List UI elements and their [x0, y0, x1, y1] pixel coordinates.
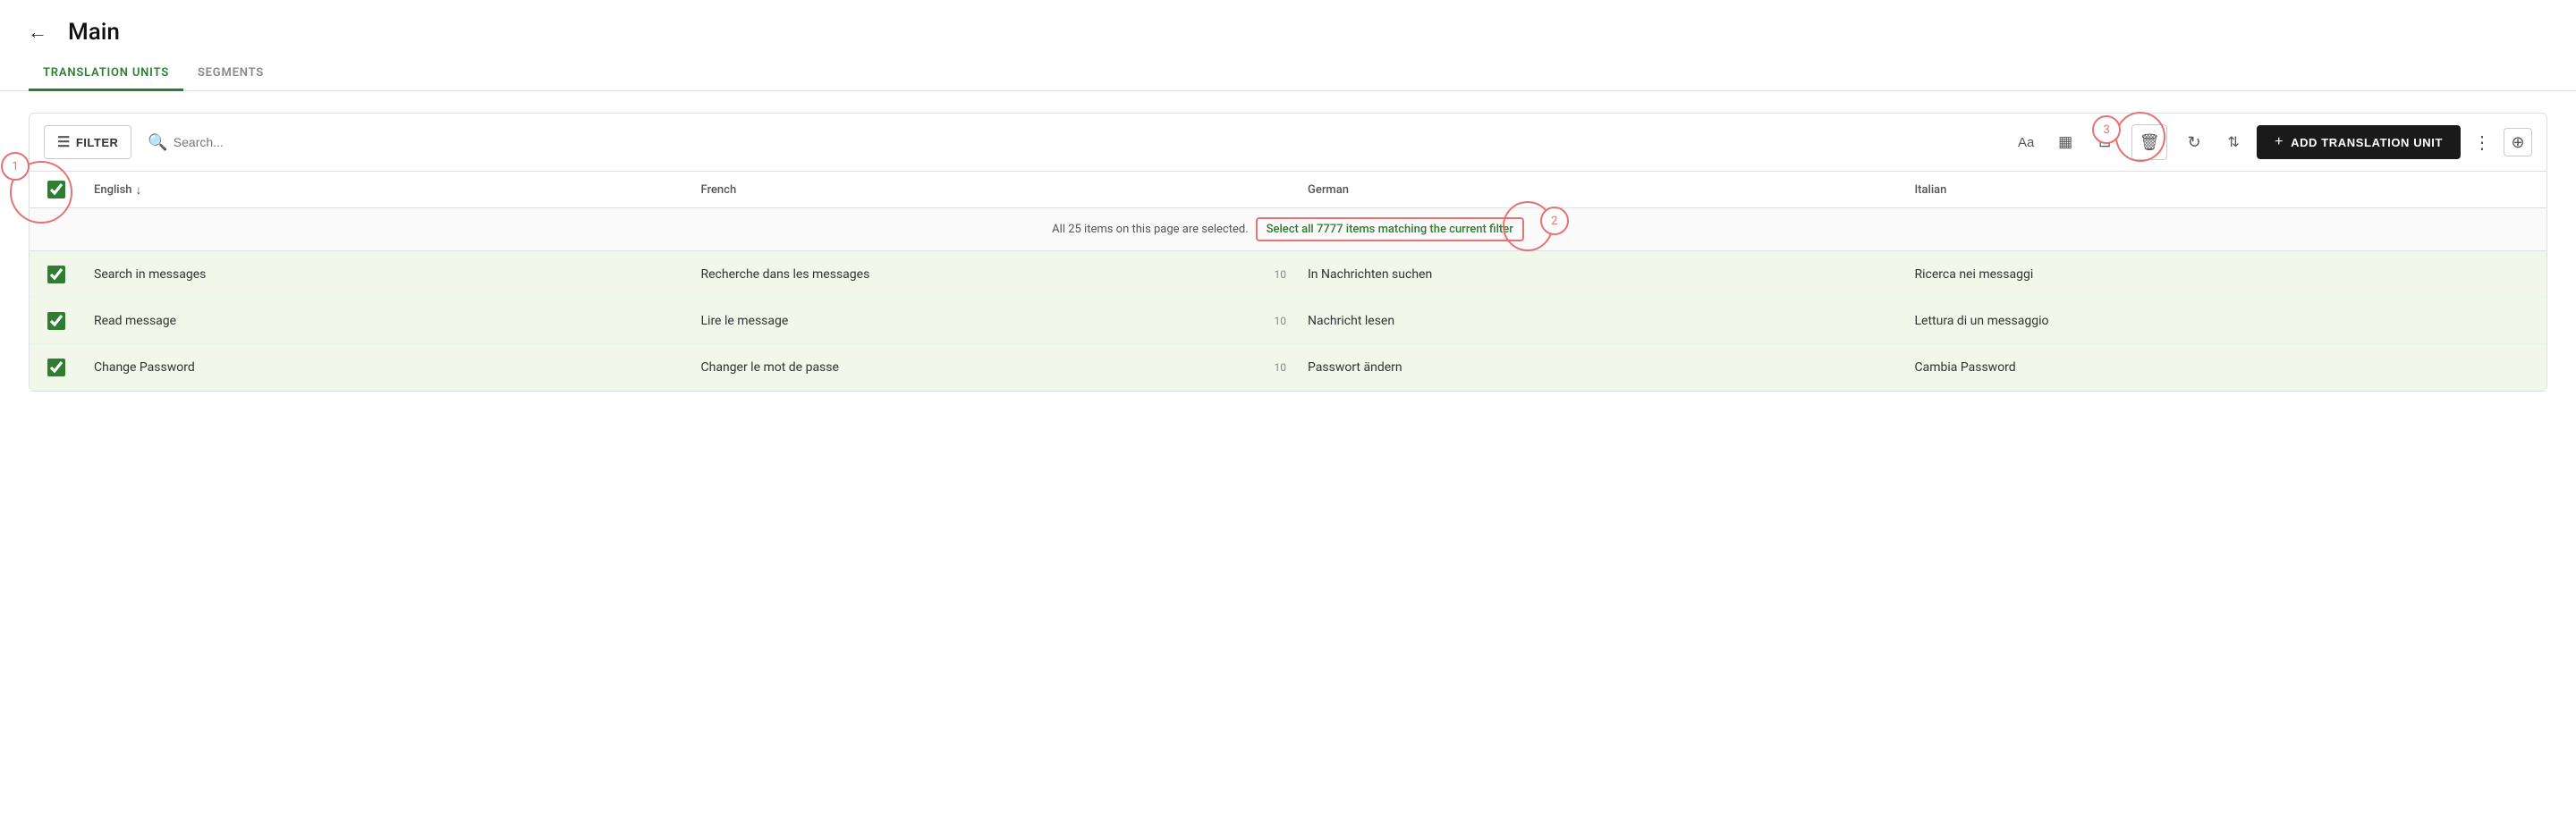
- sort-alt-icon: ⇅: [2227, 133, 2239, 151]
- tab-bar: TRANSLATION UNITS SEGMENTS: [0, 57, 2576, 91]
- toolbar: ☰ FILTER 🔍 Aa ▦ ⊡: [30, 114, 2546, 172]
- row-1-english: Search in messages: [83, 257, 691, 292]
- more-options-button[interactable]: ⋮: [2468, 128, 2496, 156]
- row-1-german: In Nachrichten suchen: [1297, 257, 1904, 292]
- add-translation-unit-button[interactable]: + ADD TRANSLATION UNIT: [2257, 125, 2461, 159]
- font-case-icon: Aa: [2018, 135, 2034, 150]
- sort-alt-button[interactable]: ⇅: [2217, 126, 2250, 158]
- bar-chart-icon: ▦: [2058, 133, 2072, 151]
- row-3-extra: [2511, 357, 2546, 378]
- tab-segments[interactable]: SEGMENTS: [183, 57, 278, 91]
- page-header: ← Main: [0, 0, 2576, 57]
- search-box: 🔍: [139, 128, 452, 157]
- row-2-checkbox[interactable]: [47, 312, 65, 330]
- delete-btn-wrapper: 🗑: [2131, 124, 2167, 160]
- row-3-french-text: Changer le mot de passe: [701, 360, 839, 375]
- select-all-banner: All 25 items on this page are selected. …: [30, 208, 2546, 251]
- search-icon: 🔍: [148, 133, 167, 152]
- row-1-french-count: 10: [1275, 268, 1287, 281]
- main-content: ☰ FILTER 🔍 Aa ▦ ⊡: [0, 91, 2576, 413]
- page-title: Main: [68, 19, 120, 46]
- row-3-english: Change Password: [83, 350, 691, 385]
- header-checkbox[interactable]: [47, 181, 65, 198]
- back-button[interactable]: ←: [21, 16, 54, 48]
- sort-arrow-icon: ↓: [136, 182, 142, 198]
- bar-chart-button[interactable]: ▦: [2049, 126, 2081, 158]
- row-1-checkbox-cell: [30, 255, 83, 294]
- row-1-checkbox[interactable]: [47, 266, 65, 283]
- row-2-french-text: Lire le message: [701, 314, 789, 328]
- add-column-icon: ⊕: [2511, 133, 2524, 152]
- th-italian: Italian: [1904, 183, 2512, 197]
- row-2-french: Lire le message 10: [691, 303, 1298, 339]
- table-row: Search in messages Recherche dans les me…: [30, 251, 2546, 298]
- crop-icon: ⊡: [2098, 133, 2111, 151]
- table-row: Change Password Changer le mot de passe …: [30, 344, 2546, 391]
- row-1-french: Recherche dans les messages 10: [691, 257, 1298, 292]
- crop-button[interactable]: ⊡: [2089, 126, 2121, 158]
- delete-button[interactable]: 🗑: [2131, 124, 2167, 160]
- add-btn-label: ADD TRANSLATION UNIT: [2291, 136, 2443, 149]
- row-2-german: Nachricht lesen: [1297, 303, 1904, 339]
- filter-icon: ☰: [57, 133, 71, 151]
- row-3-french: Changer le mot de passe 10: [691, 350, 1298, 385]
- row-3-german: Passwort ändern: [1297, 350, 1904, 385]
- select-all-link-wrapper: Select all 7777 items matching the curre…: [1256, 217, 1524, 241]
- add-plus-icon: +: [2275, 134, 2284, 150]
- toolbar-card: ☰ FILTER 🔍 Aa ▦ ⊡: [29, 113, 2547, 392]
- tab-translation-units[interactable]: TRANSLATION UNITS: [29, 57, 183, 91]
- filter-label: FILTER: [76, 136, 119, 149]
- row-3-checkbox-cell: [30, 348, 83, 387]
- add-column-button[interactable]: ⊕: [2504, 128, 2532, 156]
- search-input[interactable]: [174, 135, 352, 149]
- row-2-italian: Lettura di un messaggio: [1904, 303, 2512, 339]
- select-all-filter-link[interactable]: Select all 7777 items matching the curre…: [1256, 217, 1524, 241]
- more-vert-icon: ⋮: [2473, 131, 2491, 154]
- row-2-extra: [2511, 310, 2546, 332]
- font-case-button[interactable]: Aa: [2010, 126, 2042, 158]
- row-2-checkbox-cell: [30, 301, 83, 341]
- th-german: German: [1297, 183, 1904, 197]
- row-1-extra: [2511, 264, 2546, 285]
- row-2-french-count: 10: [1275, 315, 1287, 327]
- th-english: English ↓: [83, 182, 691, 198]
- refresh-icon: ↻: [2188, 133, 2201, 152]
- table-row: Read message Lire le message 10 Nachrich…: [30, 298, 2546, 344]
- row-1-french-text: Recherche dans les messages: [701, 267, 870, 282]
- filter-button[interactable]: ☰ FILTER: [44, 125, 131, 159]
- table-header: 1 English ↓ French German Italian: [30, 172, 2546, 208]
- th-french: French: [691, 183, 1298, 197]
- select-page-text: All 25 items on this page are selected.: [1052, 223, 1248, 236]
- table-body: Search in messages Recherche dans les me…: [30, 251, 2546, 391]
- select-all-checkbox-cell: 1: [30, 181, 83, 198]
- row-2-english: Read message: [83, 303, 691, 339]
- row-3-french-count: 10: [1275, 361, 1287, 374]
- row-3-checkbox[interactable]: [47, 359, 65, 376]
- delete-icon: 🗑: [2140, 133, 2160, 152]
- refresh-button[interactable]: ↻: [2178, 126, 2210, 158]
- row-1-italian: Ricerca nei messaggi: [1904, 257, 2512, 292]
- row-3-italian: Cambia Password: [1904, 350, 2512, 385]
